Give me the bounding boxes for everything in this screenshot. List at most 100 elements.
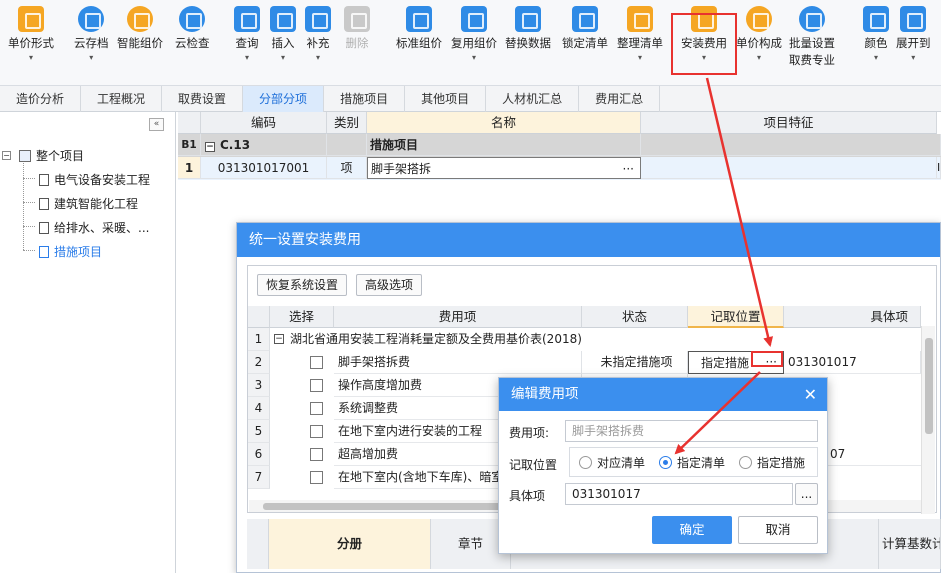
dialog-title: 统一设置安装费用 — [237, 223, 940, 257]
cloud-save-button[interactable]: 云存档 ▾ — [74, 6, 109, 62]
table-row[interactable]: B1 − C.13 措施项目 — [178, 134, 941, 157]
cancel-button[interactable]: 取消 — [738, 516, 818, 544]
ribbon-toolbar: 单价形式 ▾ 云存档 ▾ 智能组价 云检查 查询 ▾ 插入 ▾ 补充 ▾ 删除 标准组价 … — [0, 0, 941, 86]
tree-item-measures[interactable]: 措施项目 — [39, 243, 102, 260]
batch-settings-button[interactable]: 批量设置 取费专业 — [789, 6, 835, 68]
collapse-panel-button[interactable]: « — [149, 118, 164, 131]
standard-pricing-icon — [406, 6, 432, 32]
color-button[interactable]: 颜色 ▾ — [863, 6, 889, 62]
tree-root[interactable]: − 整个项目 — [2, 147, 84, 164]
radio-specified-list[interactable]: 指定清单 — [659, 454, 725, 471]
grid-header-code[interactable]: 编码 — [201, 112, 327, 134]
smart-pricing-icon — [127, 6, 153, 32]
query-icon — [234, 6, 260, 32]
tab-measures[interactable]: 措施项目 — [324, 86, 406, 112]
reuse-pricing-button[interactable]: 复用组价 ▾ — [451, 6, 497, 62]
unit-price-composition-icon — [746, 6, 772, 32]
ok-button[interactable]: 确定 — [652, 516, 732, 544]
header-position[interactable]: 记取位置 — [688, 306, 784, 328]
ellipsis-button[interactable]: ··· — [623, 158, 634, 178]
grid-header-features[interactable]: 项目特征 — [641, 112, 937, 134]
advanced-options-button[interactable]: 高级选项 — [356, 274, 423, 296]
header-volume[interactable]: 分册 — [269, 519, 431, 569]
organize-list-icon — [627, 6, 653, 32]
expand-to-icon — [900, 6, 927, 32]
batch-settings-icon — [799, 6, 825, 32]
tab-fee-summary[interactable]: 费用汇总 — [579, 86, 661, 112]
select-checkbox[interactable] — [310, 356, 323, 369]
restore-system-settings-button[interactable]: 恢复系统设置 — [257, 274, 348, 296]
header-calc-base[interactable]: 计算基数计 — [879, 519, 941, 569]
fee-item-label: 费用项: — [509, 426, 550, 440]
unit-price-form-icon — [18, 6, 44, 32]
select-checkbox[interactable] — [310, 425, 323, 438]
tab-project-overview[interactable]: 工程概况 — [81, 86, 163, 112]
tab-cost-analysis[interactable]: 造价分析 — [0, 86, 82, 112]
close-icon[interactable]: ✕ — [804, 378, 817, 411]
group-collapse-toggle[interactable]: − — [205, 142, 215, 152]
tab-other-items[interactable]: 其他项目 — [405, 86, 487, 112]
unit-price-composition-button[interactable]: 单价构成 ▾ — [736, 6, 782, 62]
delete-button[interactable]: 删除 — [344, 6, 370, 51]
lock-list-button[interactable]: 锁定清单 — [562, 6, 608, 51]
select-checkbox[interactable] — [310, 448, 323, 461]
replace-data-button[interactable]: 替换数据 — [505, 6, 551, 51]
unit-price-form-button[interactable]: 单价形式 ▾ — [8, 6, 54, 62]
header-select[interactable]: 选择 — [270, 306, 334, 328]
module-tabs: 造价分析 工程概况 取费设置 分部分项 措施项目 其他项目 人材机汇总 费用汇总 — [0, 86, 941, 112]
header-status[interactable]: 状态 — [582, 306, 688, 328]
tab-sub-items[interactable]: 分部分项 — [243, 86, 325, 112]
group-collapse-toggle[interactable]: − — [274, 334, 284, 344]
detail-field[interactable]: 031301017 — [565, 483, 793, 505]
cloud-check-icon — [179, 6, 206, 32]
organize-list-button[interactable]: 整理清单 ▾ — [617, 6, 663, 62]
grid-header-type[interactable]: 类别 — [327, 112, 367, 134]
detail-label: 具体项 — [509, 489, 546, 503]
tree-item-plumbing[interactable]: 给排水、采暖、... — [39, 219, 149, 236]
query-button[interactable]: 查询 ▾ — [234, 6, 260, 62]
radio-specified-measure[interactable]: 指定措施 — [739, 454, 805, 471]
edit-fee-item-dialog: 编辑费用项 ✕ 费用项: 脚手架搭拆费 记取位置 对应清单 指定清单 指定措施 … — [498, 377, 828, 554]
document-icon — [39, 245, 49, 258]
tree-item-electrical[interactable]: 电气设备安装工程 — [39, 171, 150, 188]
detail-browse-button[interactable]: ... — [795, 483, 818, 505]
smart-pricing-button[interactable]: 智能组价 — [117, 6, 163, 51]
fee-item-field[interactable]: 脚手架搭拆费 — [565, 420, 818, 442]
list-item[interactable]: 1 − 湖北省通用安装工程消耗量定额及全费用基价表(2018) — [248, 328, 921, 351]
header-fee-item[interactable]: 费用项 — [334, 306, 582, 328]
select-checkbox[interactable] — [310, 471, 323, 484]
vertical-scrollbar[interactable] — [921, 326, 935, 514]
grid-header-name[interactable]: 名称 — [367, 112, 641, 134]
dialog-title: 编辑费用项 — [511, 386, 579, 402]
delete-icon — [344, 6, 370, 32]
color-icon — [863, 6, 889, 32]
project-tree: « − 整个项目 电气设备安装工程 建筑智能化工程 给排水、采暖、... 措施项… — [0, 112, 176, 573]
table-row[interactable]: 1 031301017001 项 脚手架搭拆 ··· I — [178, 157, 941, 180]
replace-data-icon — [515, 6, 541, 32]
expand-to-button[interactable]: 展开到 ▾ — [896, 6, 931, 62]
supplement-button[interactable]: 补充 ▾ — [305, 6, 331, 62]
tab-fee-settings[interactable]: 取费设置 — [162, 86, 244, 112]
select-checkbox[interactable] — [310, 379, 323, 392]
list-item[interactable]: 2 脚手架搭拆费 未指定措施项 指定措施 ··· 031301017 — [248, 351, 921, 374]
tree-collapse-toggle[interactable]: − — [2, 151, 11, 160]
cloud-save-icon — [78, 6, 105, 32]
radio-corresponding-list[interactable]: 对应清单 — [579, 454, 645, 471]
header-detail[interactable]: 具体项 — [784, 306, 921, 328]
lock-list-icon — [572, 6, 598, 32]
name-cell-editor[interactable]: 脚手架搭拆 ··· — [367, 157, 641, 179]
select-checkbox[interactable] — [310, 402, 323, 415]
project-icon — [19, 149, 31, 162]
tree-item-intelligent-building[interactable]: 建筑智能化工程 — [39, 195, 138, 212]
ellipsis-highlight — [751, 351, 783, 367]
install-fee-highlight — [671, 13, 737, 75]
standard-pricing-button[interactable]: 标准组价 — [396, 6, 442, 51]
document-icon — [39, 221, 49, 234]
tab-labor-material-summary[interactable]: 人材机汇总 — [486, 86, 580, 112]
insert-button[interactable]: 插入 ▾ — [270, 6, 296, 62]
insert-icon — [270, 6, 296, 32]
supplement-icon — [305, 6, 331, 32]
document-icon — [39, 197, 49, 210]
reuse-pricing-icon — [461, 6, 487, 32]
cloud-check-button[interactable]: 云检查 — [175, 6, 210, 51]
